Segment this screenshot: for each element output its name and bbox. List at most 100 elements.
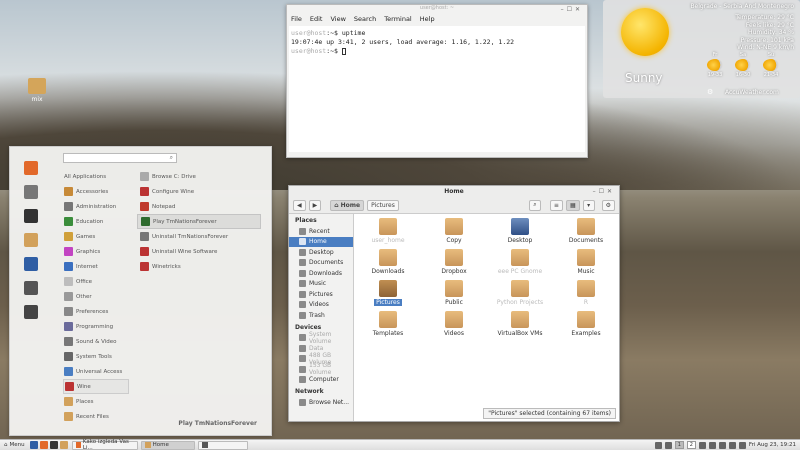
file-item[interactable]: user_home: [355, 217, 421, 248]
path-pictures-button[interactable]: Pictures: [367, 199, 399, 211]
app-item[interactable]: Browse C: Drive: [137, 169, 261, 184]
grid-view-button[interactable]: ▦: [565, 199, 580, 211]
sidebar-item-documents[interactable]: Documents: [289, 258, 353, 269]
logout-icon[interactable]: [24, 281, 38, 295]
menu-help[interactable]: Help: [420, 15, 435, 26]
terminal-titlebar[interactable]: user@host: ~ –☐✕: [287, 5, 587, 15]
terminal-icon[interactable]: [24, 209, 38, 223]
gear-icon[interactable]: ⚙: [707, 88, 713, 96]
weather-widget[interactable]: Sunny Belgrade - Serbia And Montenegro T…: [603, 0, 800, 98]
monitor-icon[interactable]: [24, 257, 38, 271]
desktop-folder-icon[interactable]: mix: [24, 78, 50, 103]
category-item[interactable]: Office: [63, 274, 129, 289]
file-item[interactable]: Desktop: [487, 217, 553, 248]
workspace-2[interactable]: 2: [686, 441, 696, 449]
terminal-output[interactable]: user@host:~$ uptime 19:07:4e up 3:41, 2 …: [289, 26, 585, 152]
window-controls[interactable]: –☐✕: [561, 6, 583, 13]
sidebar-item-home[interactable]: Home: [289, 236, 353, 247]
app-item-hovered[interactable]: Play TmNationsForever: [137, 214, 261, 229]
sidebar-item-videos[interactable]: Videos: [289, 300, 353, 311]
file-item-selected[interactable]: Pictures: [355, 279, 421, 310]
app-item[interactable]: Winetricks: [137, 259, 261, 274]
category-item[interactable]: System Tools: [63, 349, 129, 364]
category-item[interactable]: Recent Files: [63, 409, 129, 424]
sidebar-item-desktop[interactable]: Desktop: [289, 247, 353, 258]
taskbar-item-active[interactable]: Home: [140, 440, 195, 450]
list-view-button[interactable]: ≡: [549, 199, 563, 211]
weather-source[interactable]: AccuWeather.com: [725, 89, 779, 96]
back-button[interactable]: ◀: [293, 199, 306, 211]
menu-view[interactable]: View: [330, 15, 345, 26]
menu-search[interactable]: Search: [354, 15, 376, 26]
search-button[interactable]: ⌕: [528, 199, 541, 211]
file-item[interactable]: Music: [553, 248, 619, 279]
dropbox-icon[interactable]: [708, 441, 716, 449]
menu-edit[interactable]: Edit: [310, 15, 323, 26]
sidebar-item-pictures[interactable]: Pictures: [289, 289, 353, 300]
file-item[interactable]: Public: [421, 279, 487, 310]
keyboard-flag-icon[interactable]: [698, 441, 706, 449]
category-item[interactable]: Accessories: [63, 184, 129, 199]
network-icon[interactable]: [718, 441, 726, 449]
category-item[interactable]: Preferences: [63, 304, 129, 319]
menu-terminal[interactable]: Terminal: [384, 15, 411, 26]
sidebar-item-recent[interactable]: Recent: [289, 226, 353, 237]
sidebar-item-trash[interactable]: Trash: [289, 310, 353, 321]
workspace-1[interactable]: 1: [674, 441, 684, 449]
sidebar-device[interactable]: 153 GB Volume: [289, 362, 353, 376]
menu-file[interactable]: File: [291, 15, 302, 26]
file-item[interactable]: Downloads: [355, 248, 421, 279]
window-controls[interactable]: –☐✕: [593, 186, 615, 197]
file-manager-titlebar[interactable]: Home –☐✕: [289, 186, 619, 197]
folder-icon[interactable]: [24, 233, 38, 247]
application-menu[interactable]: ⌕ All Applications Accessories Administr…: [9, 146, 272, 436]
forward-button[interactable]: ▶: [308, 199, 322, 211]
folder-icon[interactable]: [59, 441, 68, 449]
power-icon[interactable]: [24, 305, 38, 319]
sidebar-item-downloads[interactable]: Downloads: [289, 268, 353, 279]
category-item[interactable]: Sound & Video: [63, 334, 129, 349]
app-item[interactable]: Configure Wine: [137, 184, 261, 199]
sidebar-item-music[interactable]: Music: [289, 279, 353, 290]
file-item[interactable]: R: [553, 279, 619, 310]
path-home-button[interactable]: ⌂ Home: [330, 199, 365, 211]
show-desktop-icon[interactable]: [29, 441, 38, 449]
category-item[interactable]: Education: [63, 214, 129, 229]
category-item[interactable]: Administration: [63, 199, 129, 214]
file-item[interactable]: Videos: [421, 310, 487, 341]
file-manager-window[interactable]: Home –☐✕ ◀ ▶ ⌂ Home Pictures ⌕ ≡ ▦ ▾ ⚙ P…: [288, 185, 620, 422]
file-item[interactable]: Templates: [355, 310, 421, 341]
file-item[interactable]: eee PC Gnome: [487, 248, 553, 279]
search-input[interactable]: ⌕: [63, 153, 177, 163]
menu-button[interactable]: ⌂ Menu: [0, 442, 29, 448]
sidebar-item-browse-network[interactable]: Browse Net...: [289, 397, 353, 408]
app-item[interactable]: Notepad: [137, 199, 261, 214]
sort-button[interactable]: ▾: [582, 199, 595, 211]
category-item[interactable]: Programming: [63, 319, 129, 334]
terminal-icon[interactable]: [49, 441, 58, 449]
file-item[interactable]: Documents: [553, 217, 619, 248]
app-item[interactable]: Uninstall Wine Software: [137, 244, 261, 259]
volume-icon[interactable]: [728, 441, 736, 449]
app-item[interactable]: Uninstall TmNationsForever: [137, 229, 261, 244]
file-item[interactable]: VirtualBox VMs: [487, 310, 553, 341]
settings-icon[interactable]: [24, 185, 38, 199]
file-item[interactable]: Examples: [553, 310, 619, 341]
terminal-window[interactable]: user@host: ~ –☐✕ File Edit View Search T…: [286, 4, 588, 158]
category-item[interactable]: Places: [63, 394, 129, 409]
file-item[interactable]: Copy: [421, 217, 487, 248]
category-item[interactable]: Graphics: [63, 244, 129, 259]
firefox-icon[interactable]: [24, 161, 38, 175]
category-item[interactable]: All Applications: [63, 169, 129, 184]
firefox-icon[interactable]: [39, 441, 48, 449]
chat-icon[interactable]: [654, 441, 662, 449]
sidebar-device[interactable]: System Volume: [289, 331, 353, 345]
update-icon[interactable]: [664, 441, 672, 449]
category-item[interactable]: Internet: [63, 259, 129, 274]
taskbar-item[interactable]: [197, 440, 248, 450]
clock[interactable]: Fri Aug 23, 19:21: [749, 442, 796, 448]
battery-icon[interactable]: [738, 441, 746, 449]
file-item[interactable]: Dropbox: [421, 248, 487, 279]
category-item[interactable]: Games: [63, 229, 129, 244]
category-item[interactable]: Other: [63, 289, 129, 304]
